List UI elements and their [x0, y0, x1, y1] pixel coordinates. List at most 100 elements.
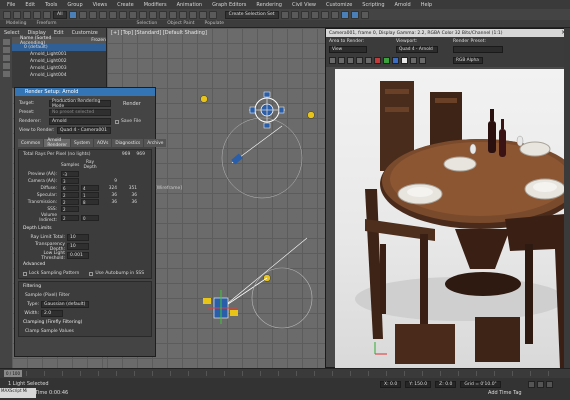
select-object-icon[interactable] [68, 10, 77, 19]
timeline[interactable]: 0 / 100 [0, 368, 570, 378]
unlink-icon[interactable] [33, 10, 41, 19]
advanced-header[interactable]: Advanced [19, 260, 151, 269]
menu-animation[interactable]: Animation [172, 2, 208, 8]
clamping-header[interactable]: Clamping (Firefly Filtering) [19, 318, 151, 327]
rotate-icon[interactable] [118, 10, 127, 19]
filter-helpers-icon[interactable] [2, 71, 10, 77]
clone-window-icon[interactable] [347, 57, 354, 64]
lock-sampling-checkbox[interactable]: Lock Sampling Pattern [23, 271, 79, 276]
menu-arnold[interactable]: Arnold [390, 2, 416, 8]
monochrome-icon[interactable] [410, 57, 417, 64]
curve-editor-icon[interactable] [310, 10, 319, 19]
schematic-view-icon[interactable] [320, 10, 329, 19]
key-mode-icon[interactable] [546, 381, 553, 388]
keyboard-shortcut-icon[interactable] [168, 10, 177, 19]
ribbon-tab-object-paint[interactable]: Object Paint [167, 21, 194, 26]
filter-geometry-icon[interactable] [2, 39, 10, 45]
frame-window-title[interactable]: Camera001, frame 0, Display Gamma: 2.2, … [326, 29, 569, 37]
scale-icon[interactable] [128, 10, 137, 19]
specular-depth[interactable]: 1 [81, 192, 99, 198]
render-setup-icon[interactable] [340, 10, 349, 19]
rendered-frame-window-icon[interactable] [350, 10, 359, 19]
redo-icon[interactable] [13, 10, 21, 19]
menu-modifiers[interactable]: Modifiers [139, 2, 172, 8]
ribbon-tab-modeling[interactable]: Modeling [6, 21, 26, 26]
window-crossing-icon[interactable] [98, 10, 107, 19]
spotlight-icon[interactable] [231, 153, 243, 165]
filter-type-dropdown[interactable]: Gaussian (default) [41, 301, 89, 308]
menu-tools[interactable]: Tools [40, 2, 62, 8]
explorer-row[interactable]: Arnold_Light003 [0, 65, 106, 72]
place-icon[interactable] [138, 10, 147, 19]
named-selection-set[interactable]: Create Selection Set [224, 10, 279, 19]
tab-archive[interactable]: Archive [144, 139, 167, 147]
spinner-snap-icon[interactable] [208, 10, 217, 19]
chair-gizmo[interactable] [263, 122, 271, 129]
menu-customize[interactable]: Customize [321, 2, 357, 8]
menu-views[interactable]: Views [88, 2, 112, 8]
tab-arnold-renderer[interactable]: Arnold Renderer [44, 138, 70, 148]
explorer-row[interactable]: Arnold_Light004 [0, 72, 106, 79]
gizmo-plane-handle[interactable] [203, 298, 211, 304]
ribbon-tab-populate[interactable]: Populate [205, 21, 225, 26]
selection-filter-dropdown[interactable]: All [53, 10, 67, 19]
play-icon[interactable] [528, 381, 535, 388]
explorer-row[interactable]: Arnold_Light002 [0, 58, 106, 65]
render-button[interactable]: Render [123, 101, 141, 107]
sss-samples[interactable]: 2 [61, 206, 79, 212]
tab-system[interactable]: System [70, 139, 93, 147]
menu-edit[interactable]: Edit [20, 2, 40, 8]
save-image-icon[interactable] [329, 57, 336, 64]
filter-width-field[interactable]: 2.0 [41, 310, 63, 317]
light-point-icon[interactable] [200, 95, 208, 103]
y-coord[interactable]: Y: 150.0 [405, 381, 432, 388]
menu-graph-editors[interactable]: Graph Editors [207, 2, 251, 8]
tab-diagnostics[interactable]: Diagnostics [112, 139, 144, 147]
menu-rendering[interactable]: Rendering [251, 2, 287, 8]
diffuse-samples[interactable]: 6 [61, 185, 79, 191]
menu-civil-view[interactable]: Civil View [287, 2, 321, 8]
time-slider[interactable]: 0 / 100 [4, 370, 22, 377]
alpha-channel-icon[interactable] [401, 57, 408, 64]
blue-channel-icon[interactable] [392, 57, 399, 64]
filtering-header[interactable]: Filtering [19, 282, 151, 291]
volume-indirect-depth[interactable]: 0 [81, 215, 99, 221]
target-dropdown[interactable]: Production Rendering Mode [49, 99, 111, 109]
x-coord[interactable]: X: 0.0 [380, 381, 402, 388]
mirror-icon[interactable] [280, 10, 289, 19]
angle-snap-icon[interactable] [188, 10, 197, 19]
align-icon[interactable] [290, 10, 299, 19]
renderer-dropdown[interactable]: Arnold [49, 118, 111, 125]
rect-region-icon[interactable] [88, 10, 97, 19]
preset-dropdown[interactable]: No preset selected [49, 109, 111, 116]
green-channel-icon[interactable] [383, 57, 390, 64]
channel-display-dropdown[interactable]: RGB Alpha [453, 57, 483, 64]
percent-snap-icon[interactable] [198, 10, 207, 19]
move-icon[interactable] [108, 10, 117, 19]
red-channel-icon[interactable] [374, 57, 381, 64]
preview-field[interactable]: -3 [61, 171, 79, 177]
print-image-icon[interactable] [356, 57, 363, 64]
next-frame-icon[interactable] [537, 381, 544, 388]
volume-indirect-samples[interactable]: 2 [61, 215, 79, 221]
autobump-checkbox[interactable]: Use Autobump in SSS [89, 271, 144, 276]
ray-limit-field[interactable]: 10 [67, 234, 89, 241]
maxscript-listener[interactable]: MAXScript Mi [0, 388, 36, 398]
light-point-icon[interactable] [307, 111, 315, 119]
filter-lights-icon[interactable] [2, 55, 10, 61]
render-setup-title[interactable]: Render Setup: Arnold [15, 88, 155, 96]
swatch-icon[interactable] [419, 57, 426, 64]
menu-help[interactable]: Help [416, 2, 437, 8]
copy-image-icon[interactable] [338, 57, 345, 64]
save-file-checkbox[interactable]: Save File [115, 119, 141, 124]
clear-icon[interactable] [365, 57, 372, 64]
transparency-depth-field[interactable]: 10 [67, 243, 89, 250]
camera-aa-samples[interactable]: 3 [61, 178, 79, 184]
diffuse-depth[interactable]: 4 [81, 185, 99, 191]
ribbon-tab-selection[interactable]: Selection [137, 21, 158, 26]
depth-limits-header[interactable]: Depth Limits [19, 224, 151, 233]
timeline-track[interactable] [26, 371, 566, 376]
transmission-samples[interactable]: 2 [61, 199, 79, 205]
layer-explorer-icon[interactable] [300, 10, 309, 19]
snaps-toggle-icon[interactable] [178, 10, 187, 19]
